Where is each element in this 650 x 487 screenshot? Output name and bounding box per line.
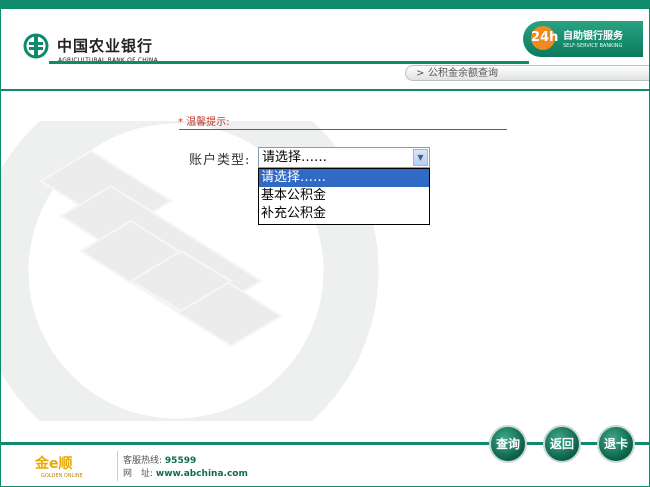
abc-logo-icon bbox=[23, 33, 49, 59]
chevron-down-icon[interactable]: ▼ bbox=[413, 149, 428, 166]
top-bar bbox=[1, 1, 649, 9]
tip-divider bbox=[179, 129, 507, 130]
option-basic-fund[interactable]: 基本公积金 bbox=[259, 187, 429, 205]
account-type-label: 账户类型: bbox=[189, 153, 251, 168]
website: 网 址: www.abchina.com bbox=[123, 469, 248, 479]
option-please-select[interactable]: 请选择…… bbox=[259, 169, 429, 187]
header-rule bbox=[49, 61, 529, 64]
self-service-badge: 24h 自助银行服务 SELF-SERVICE BANKING bbox=[523, 21, 643, 57]
badge-title: 自助银行服务 bbox=[563, 31, 623, 42]
bank-name-cn: 中国农业银行 bbox=[57, 37, 154, 55]
account-type-select[interactable]: 请选择…… ▼ bbox=[258, 147, 430, 168]
account-type-dropdown: 请选择…… 基本公积金 补充公积金 bbox=[258, 168, 430, 225]
option-supplementary-fund[interactable]: 补充公积金 bbox=[259, 205, 429, 223]
chevron-right-icon: > bbox=[416, 68, 425, 79]
badge-24h-icon: 24h bbox=[531, 26, 558, 50]
golden-online-sub: GOLDEN ONLINE bbox=[41, 473, 83, 479]
breadcrumb: > 公积金余额查询 bbox=[405, 65, 649, 81]
back-button[interactable]: 返回 bbox=[543, 425, 581, 463]
exit-card-button[interactable]: 退卡 bbox=[597, 425, 635, 463]
query-button[interactable]: 查询 bbox=[489, 425, 527, 463]
footer-separator bbox=[117, 451, 118, 481]
select-value: 请选择…… bbox=[262, 150, 328, 165]
tip-label: * 温馨提示: bbox=[178, 117, 230, 128]
hotline: 客服热线: 95599 bbox=[123, 456, 197, 466]
breadcrumb-label: 公积金余额查询 bbox=[428, 68, 498, 79]
badge-subtitle: SELF-SERVICE BANKING bbox=[563, 43, 623, 49]
atm-screen: 中国农业银行 AGRICULTURAL BANK OF CHINA 24h 自助… bbox=[0, 0, 650, 487]
golden-online-logo: 金e顺 bbox=[35, 456, 73, 472]
header-divider bbox=[1, 89, 649, 91]
